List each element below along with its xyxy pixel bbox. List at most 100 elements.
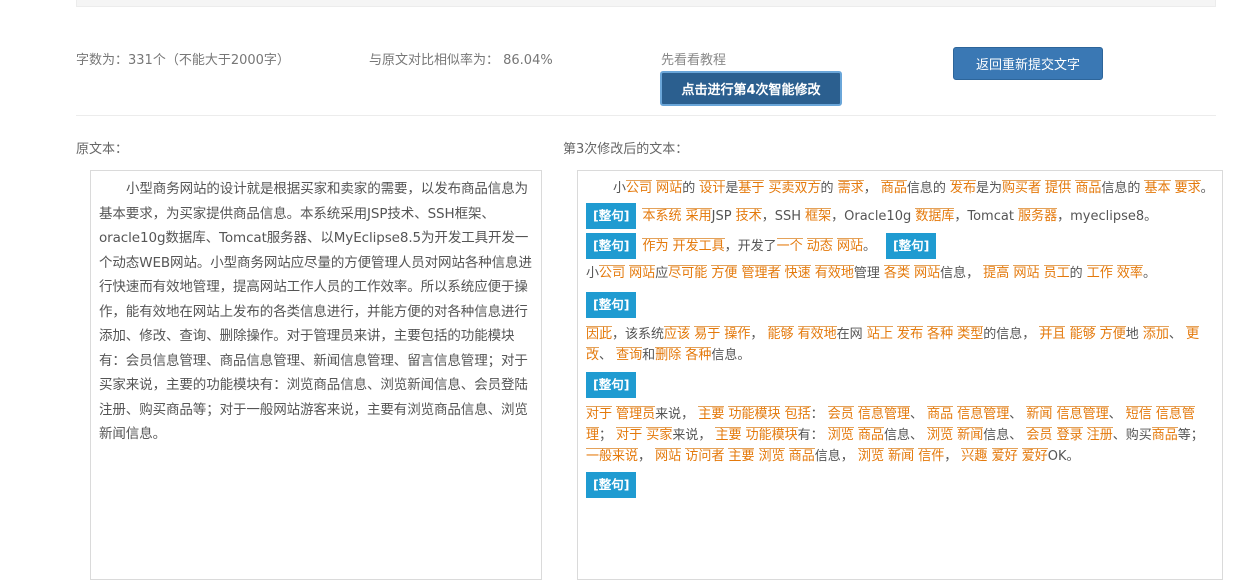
plain-text: ， (944, 449, 962, 464)
modified-word: 基本 (1144, 180, 1171, 196)
modified-word: 站上 (866, 326, 893, 342)
modified-word: 操作 (724, 326, 751, 342)
modified-word: 基于 (738, 180, 765, 196)
modified-word: 商品 (880, 180, 907, 196)
modified-word: 技术 (735, 207, 762, 224)
plain-text: ，Oracle10g (831, 208, 916, 224)
modified-word: 本系统 (642, 207, 682, 224)
modified-word: 要求 (1174, 180, 1201, 196)
plain-text (764, 181, 768, 196)
modified-word: 设计 (699, 180, 726, 196)
plain-text: 在网 (836, 327, 867, 342)
word-count: 字数为：331个（不能大于2000字） (76, 53, 290, 68)
modified-word: 能够 (767, 326, 794, 342)
modified-word: 爱好 (1021, 448, 1048, 464)
modified-word: 网站 (836, 237, 863, 254)
original-text-label: 原文本： (76, 142, 129, 157)
modified-word: 主要 (728, 448, 755, 464)
modified-word: 提高 (983, 265, 1010, 281)
plain-text (1052, 407, 1056, 422)
modified-word: 网站 (629, 265, 656, 281)
modified-word: 商品 (788, 448, 815, 464)
plain-text: 和 (642, 348, 656, 363)
modified-word: 注册 (1086, 427, 1113, 443)
modified-word: 应该 (664, 326, 691, 342)
modified-word: 作为 (642, 237, 669, 254)
plain-text: 。 (862, 238, 876, 254)
plain-text (737, 266, 741, 281)
modified-word: 各种 (927, 326, 954, 342)
similarity-rate: 与原文对比相似率为： 86.04% (369, 53, 553, 68)
modified-word: 尽可能 (668, 265, 708, 281)
modified-word: 浏览 (927, 427, 954, 443)
modified-word: 主要 (715, 427, 742, 443)
plain-text: 。 (1142, 266, 1156, 281)
plain-text: ： (810, 407, 828, 422)
modified-text-box: 小公司 网站的 设计是基于 买卖双方的 需求， 商品信息的 发布是为购买者 提供… (577, 170, 1223, 580)
plain-text: 的 (820, 181, 838, 196)
whole-sentence-tag[interactable]: [整句] (586, 472, 637, 498)
modified-word: 采用 (685, 207, 712, 224)
modified-word: 动态 (806, 237, 833, 254)
sentence-4: 小公司 网站应尽可能 方便 管理者 快速 有效地管理 各类 网站信息， 提高 网… (586, 263, 1214, 284)
plain-text (1052, 428, 1056, 443)
modified-word: 信息管理 (1056, 406, 1109, 422)
modified-word: 对于 (586, 406, 613, 422)
modified-word: 网站 (914, 265, 941, 281)
modified-word: 需求 (837, 180, 864, 196)
plain-text: 信息， (940, 266, 984, 281)
plain-text: 、 (1168, 327, 1187, 342)
modified-word: 爱好 (991, 448, 1018, 464)
modified-word: 信息管理 (957, 406, 1010, 422)
modified-word: 有效地 (797, 326, 837, 342)
plain-text: 管理 (853, 266, 884, 281)
modified-word: 网站 (1013, 265, 1040, 281)
whole-sentence-tag[interactable]: [整句] (586, 372, 637, 398)
tutorial-link[interactable]: 先看看教程 (661, 49, 726, 68)
plain-text: 信息、 (883, 428, 928, 443)
modified-word: 商品 (857, 427, 884, 443)
smart-modify-button[interactable]: 点击进行第4次智能修改 (660, 71, 842, 106)
modified-word: 查询 (616, 347, 643, 363)
modified-word: 主要 (698, 406, 725, 422)
modified-text-label: 第3次修改后的文本： (563, 142, 689, 157)
whole-sentence-tag[interactable]: [整句] (885, 233, 937, 259)
plain-text: ，Tomcat (954, 208, 1019, 224)
sentence-row-3: [整句] 作为 开发工具，开发了一个 动态 网站。 [整句] (586, 233, 1214, 259)
modified-word: 网站 (655, 448, 682, 464)
plain-text: 地 (1125, 327, 1143, 342)
sentence-row-7-tag: [整句] (586, 472, 1214, 498)
modified-word: 浏览 (827, 427, 854, 443)
modified-word: 效率 (1116, 265, 1143, 281)
plain-text: 信息的 (1101, 181, 1145, 196)
modified-word: 删除 (655, 347, 682, 363)
plain-text (681, 209, 685, 224)
whole-sentence-tag[interactable]: [整句] (586, 292, 637, 318)
plain-text: 有： (797, 428, 828, 443)
modified-word: 添加 (1142, 326, 1169, 342)
plain-text: 小 (613, 181, 627, 196)
modified-word: 短信 (1125, 406, 1152, 422)
plain-text: 小 (586, 266, 600, 281)
plain-text: 、购买 (1112, 428, 1152, 443)
whole-sentence-tag[interactable]: [整句] (586, 203, 637, 229)
modified-word: 并且 (1039, 326, 1066, 342)
plain-text: 。 (1200, 181, 1214, 196)
plain-text: 的 (1069, 266, 1087, 281)
modified-word: 商品 (927, 406, 954, 422)
modified-word: 类型 (957, 326, 984, 342)
modified-word: 访问者 (685, 448, 725, 464)
modified-word: 信息管理 (857, 406, 910, 422)
plain-text: ，SSH (761, 208, 806, 224)
plain-text: JSP (711, 208, 736, 224)
whole-sentence-tag[interactable]: [整句] (586, 233, 637, 259)
original-text-box[interactable]: 小型商务网站的设计就是根据买家和卖家的需要，以发布商品信息为基本要求，为买家提供… (90, 170, 542, 580)
modified-word: 商品 (1151, 427, 1178, 443)
modified-word: 提供 (1045, 180, 1072, 196)
modified-word: 开发工具 (672, 237, 725, 254)
plain-text: ， (638, 449, 656, 464)
sentence-6: 对于 管理员来说， 主要 功能模块 包括： 会员 信息管理、 商品 信息管理、 … (586, 404, 1214, 467)
modified-word: 员工 (1043, 265, 1070, 281)
sentence-row-5-tag: [整句] (586, 292, 1214, 318)
resubmit-button[interactable]: 返回重新提交文字 (953, 47, 1103, 80)
